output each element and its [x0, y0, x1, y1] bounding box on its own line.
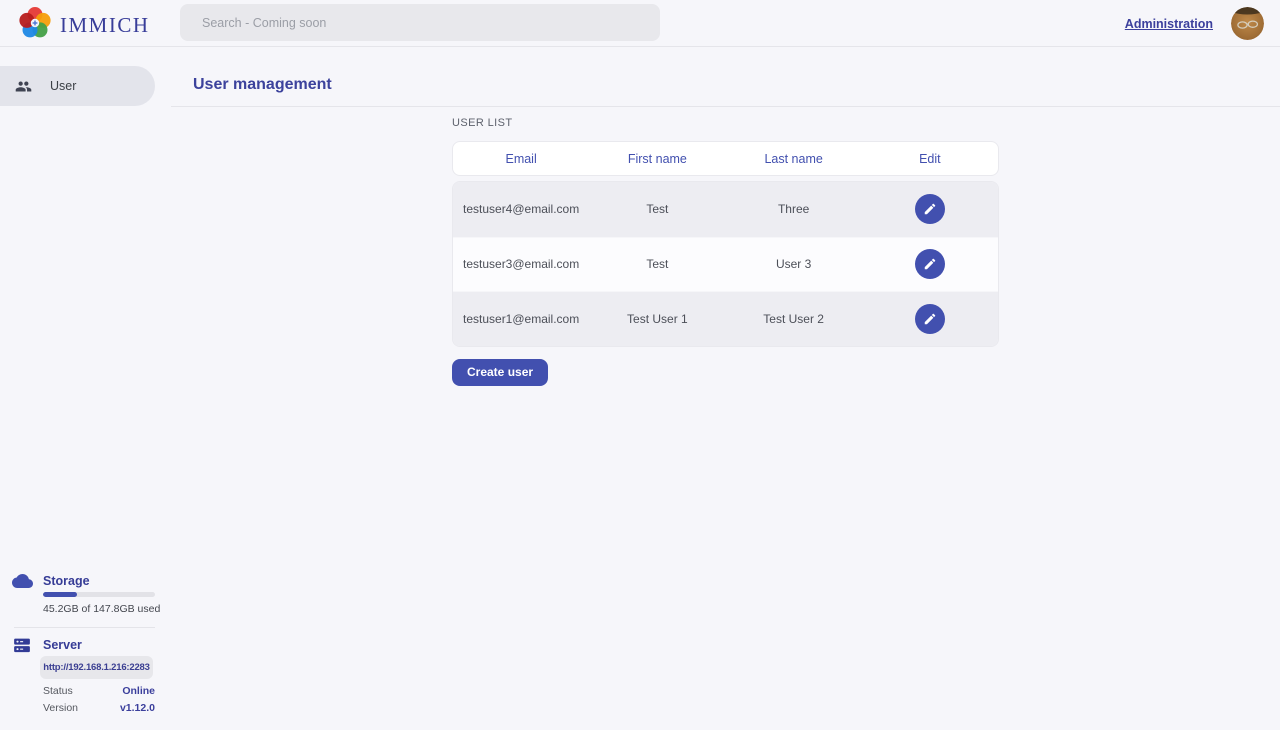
- column-header-first-name: First name: [589, 152, 725, 166]
- storage-title: Storage: [43, 574, 90, 588]
- table-row: testuser1@email.com Test User 1 Test Use…: [453, 291, 998, 346]
- edit-user-button[interactable]: [915, 249, 945, 279]
- administration-link[interactable]: Administration: [1125, 17, 1213, 31]
- user-list-label: USER LIST: [452, 117, 999, 129]
- server-url: http://192.168.1.216:2283: [43, 662, 149, 673]
- column-header-email: Email: [453, 152, 589, 166]
- version-value: v1.12.0: [120, 702, 155, 714]
- cell-first-name: Test: [589, 257, 725, 271]
- pencil-icon: [923, 202, 937, 216]
- server-version-row: Version v1.12.0: [43, 702, 155, 714]
- sidebar-item-label: User: [50, 79, 76, 93]
- status-value: Online: [122, 685, 155, 697]
- column-header-last-name: Last name: [726, 152, 862, 166]
- user-table-body: testuser4@email.com Test Three testuser3…: [452, 181, 999, 347]
- user-avatar[interactable]: [1231, 7, 1264, 40]
- storage-progress-fill: [43, 592, 77, 597]
- version-label: Version: [43, 702, 78, 714]
- server-title: Server: [43, 638, 82, 652]
- cell-email: testuser4@email.com: [453, 202, 589, 216]
- cell-email: testuser3@email.com: [453, 257, 589, 271]
- edit-user-button[interactable]: [915, 194, 945, 224]
- sidebar-item-user[interactable]: User: [0, 66, 155, 106]
- status-label: Status: [43, 685, 73, 697]
- search-input[interactable]: [180, 4, 660, 41]
- cell-last-name: Test User 2: [726, 312, 862, 326]
- pencil-icon: [923, 312, 937, 326]
- server-status-row: Status Online: [43, 685, 155, 697]
- storage-usage-text: 45.2GB of 147.8GB used: [43, 603, 160, 615]
- table-row: testuser4@email.com Test Three: [453, 182, 998, 237]
- footer-divider: [14, 627, 155, 628]
- storage-progress-bar: [43, 592, 155, 597]
- brand-logo: IMMICH: [18, 6, 150, 45]
- table-row: testuser3@email.com Test User 3: [453, 237, 998, 292]
- user-list-panel: USER LIST Email First name Last name Edi…: [452, 117, 999, 386]
- top-navbar: IMMICH Administration: [0, 0, 1280, 47]
- title-divider: [171, 106, 1280, 107]
- cell-first-name: Test User 1: [589, 312, 725, 326]
- column-header-edit: Edit: [862, 152, 998, 166]
- brand-name: IMMICH: [60, 13, 150, 38]
- create-user-button[interactable]: Create user: [452, 359, 548, 386]
- cell-last-name: User 3: [726, 257, 862, 271]
- edit-user-button[interactable]: [915, 304, 945, 334]
- cell-email: testuser1@email.com: [453, 312, 589, 326]
- server-url-badge: http://192.168.1.216:2283: [40, 656, 153, 679]
- cell-last-name: Three: [726, 202, 862, 216]
- search-bar: [180, 4, 660, 41]
- immich-flower-icon: [18, 6, 52, 45]
- navbar-right: Administration: [1125, 0, 1264, 47]
- pencil-icon: [923, 257, 937, 271]
- user-table-header: Email First name Last name Edit: [452, 141, 999, 176]
- people-icon: [15, 78, 32, 95]
- page-title: User management: [193, 76, 332, 94]
- cell-first-name: Test: [589, 202, 725, 216]
